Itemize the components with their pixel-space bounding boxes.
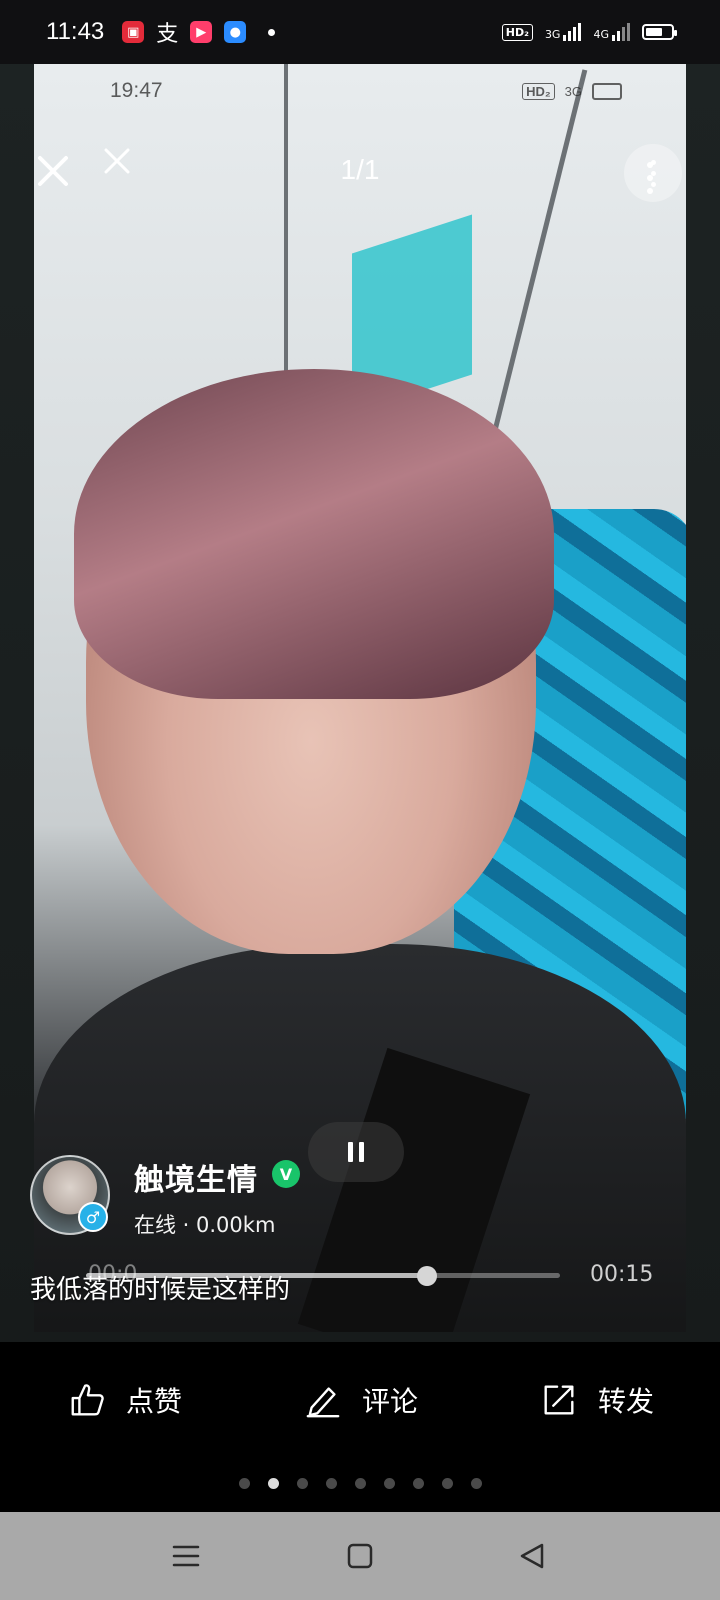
page-indicator <box>0 1472 720 1494</box>
ceiling-seam <box>284 64 288 384</box>
like-label: 点赞 <box>126 1385 183 1418</box>
signal-3g-label: 3G <box>544 28 561 41</box>
inner-status-indicators: HD₂ 3G <box>522 82 622 100</box>
page-dot[interactable] <box>383 1477 395 1489</box>
alipay-notification-icon: 支 <box>156 22 179 47</box>
thumb-up-icon <box>71 1384 104 1416</box>
inner-hd-badge: HD₂ <box>522 82 555 100</box>
share-label: 转发 <box>598 1385 655 1418</box>
username[interactable]: 触境生情 <box>134 1155 258 1199</box>
hd-voice-badge: HD₂ <box>501 23 533 41</box>
battery-icon <box>642 24 677 40</box>
signal-bars-icon <box>563 23 582 41</box>
page-dot[interactable] <box>296 1477 308 1489</box>
photo-counter: 1/1 <box>340 154 380 185</box>
square-home-icon[interactable] <box>344 1540 376 1572</box>
page-dot[interactable] <box>325 1477 337 1489</box>
status-indicators: HD₂ 3G 4G <box>501 23 677 41</box>
duration: 00:15 <box>590 1262 654 1287</box>
status-bar: 11:43 ▣ 支 ▶ ● HD₂ 3G 4G <box>0 0 720 64</box>
pencil-icon <box>306 1387 340 1418</box>
page-dot[interactable] <box>441 1477 453 1489</box>
grab-pole <box>485 69 588 459</box>
more-vertical-icon[interactable] <box>622 150 678 206</box>
person-hair <box>74 369 554 699</box>
signal-3g: 3G <box>545 23 582 41</box>
like-button[interactable]: 点赞 <box>68 1380 182 1420</box>
inner-status-bar: 19:47 HD₂ 3G <box>110 74 622 108</box>
inner-signal-label: 3G <box>564 83 582 99</box>
page-dot[interactable] <box>470 1477 482 1489</box>
menu-icon[interactable] <box>170 1540 202 1572</box>
male-gender-icon: ♂ <box>78 1202 108 1232</box>
page-dot[interactable] <box>354 1477 366 1489</box>
signal-4g: 4G <box>593 23 630 41</box>
signal-bars-icon <box>612 23 630 41</box>
page-dot[interactable] <box>267 1477 279 1489</box>
inner-status-time: 19:47 <box>110 79 163 102</box>
page-dot[interactable] <box>412 1477 424 1489</box>
share-button[interactable]: 转发 <box>540 1380 654 1420</box>
verified-icon: V <box>272 1160 300 1188</box>
status-time: 11:43 <box>46 18 105 45</box>
video-app-notification-icon: ▶ <box>190 21 213 43</box>
page-dot[interactable] <box>238 1477 250 1489</box>
inner-battery-icon <box>592 82 622 100</box>
more-notifications-dot-icon <box>268 28 276 36</box>
share-arrow-icon <box>544 1385 574 1415</box>
pause-button[interactable] <box>308 1122 404 1182</box>
action-bar: 点赞 评论 转发 <box>0 1342 720 1472</box>
comment-button[interactable]: 评论 <box>304 1380 418 1420</box>
signal-4g-label: 4G <box>593 28 609 41</box>
user-online-distance: 在线 · 0.00km <box>134 1213 276 1237</box>
system-nav-bar <box>0 1512 720 1600</box>
comment-label: 评论 <box>362 1385 419 1418</box>
app-notification-icon: ▣ <box>122 21 145 43</box>
post-caption: 我低落的时候是这样的 <box>30 1275 291 1305</box>
progress-knob[interactable] <box>417 1266 438 1286</box>
triangle-back-icon[interactable] <box>516 1540 548 1572</box>
browser-notification-icon: ● <box>224 21 247 43</box>
pause-icon <box>348 1142 353 1162</box>
